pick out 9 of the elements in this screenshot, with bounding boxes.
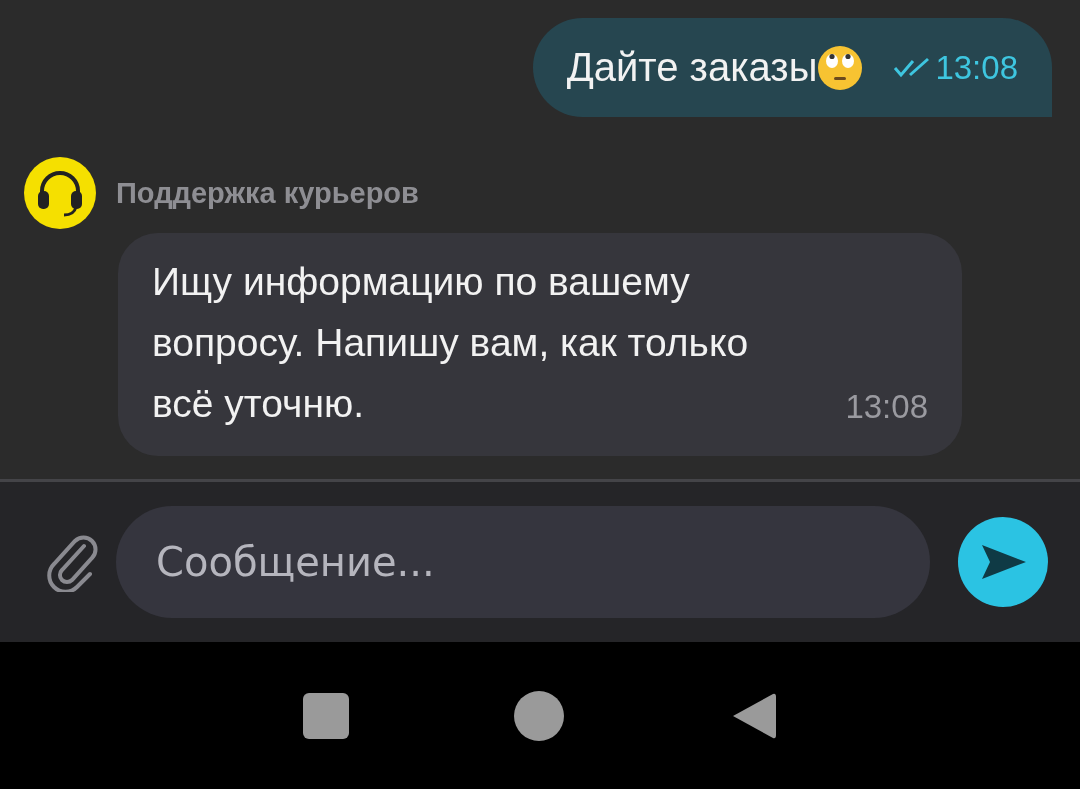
headset-avatar-icon	[24, 157, 96, 229]
message-time: 13:08	[845, 388, 928, 426]
recents-icon[interactable]	[302, 692, 349, 739]
message-field[interactable]: Сообщение...	[116, 506, 930, 618]
message-text: Дайте заказы	[566, 45, 818, 90]
message-text: Ищу информацию по вашему вопросу. Напишу вам, как только всё уточню.	[152, 259, 750, 427]
sender-name: Поддержка курьеров	[116, 176, 419, 210]
message-time: 13:08	[935, 48, 1018, 87]
home-icon[interactable]	[514, 690, 564, 741]
